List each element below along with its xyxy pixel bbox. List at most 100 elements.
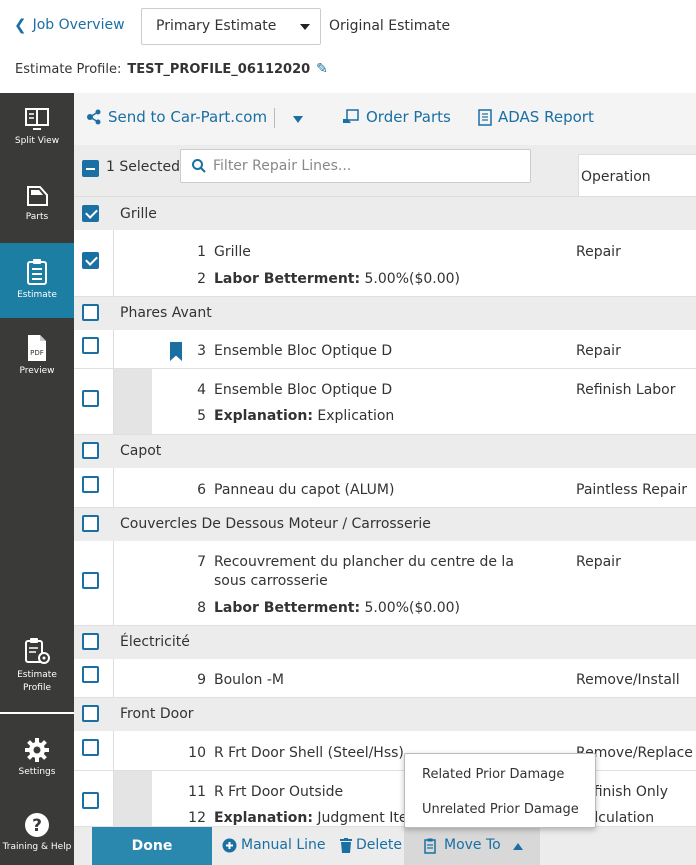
gear-icon bbox=[25, 738, 49, 762]
line-number: 9 bbox=[197, 672, 206, 688]
sidebar-item-label: Split View bbox=[14, 136, 60, 146]
report-icon bbox=[478, 108, 492, 126]
line-number: 12 bbox=[188, 810, 206, 826]
send-to-car-part-button[interactable]: Send to Car-Part.com bbox=[86, 108, 267, 126]
group-row-grille[interactable]: Grille bbox=[74, 197, 696, 230]
table-row[interactable]: 9 Boulon -M Remove/Install bbox=[74, 659, 696, 698]
table-row[interactable]: 6 Panneau du capot (ALUM) Paintless Repa… bbox=[74, 468, 696, 508]
pencil-edit-icon[interactable]: ✎ bbox=[316, 61, 328, 77]
sidebar-item-settings[interactable]: Settings bbox=[0, 736, 74, 786]
line-number: 11 bbox=[188, 784, 206, 800]
manual-line-button[interactable]: Manual Line bbox=[222, 837, 326, 853]
line-checkbox[interactable] bbox=[82, 337, 99, 354]
group-checkbox[interactable] bbox=[82, 304, 99, 321]
line-checkbox[interactable] bbox=[82, 390, 99, 407]
group-checkbox[interactable] bbox=[82, 515, 99, 532]
indent-shade bbox=[114, 369, 152, 434]
detail-label: Labor Betterment: bbox=[214, 271, 361, 287]
bottom-action-bar: Done Manual Line Delete Move To bbox=[74, 827, 696, 865]
clipboard-icon bbox=[424, 838, 436, 854]
detail-value: 5.00%($0.00) bbox=[360, 600, 461, 616]
sidebar-item-split-view[interactable]: Split View bbox=[0, 105, 74, 165]
sidebar-item-label: Estimate bbox=[17, 290, 57, 300]
help-icon: ? bbox=[25, 813, 49, 837]
line-number: 6 bbox=[197, 482, 206, 498]
group-row-couvercles[interactable]: Couvercles De Dessous Moteur / Carrosser… bbox=[74, 508, 696, 541]
pdf-icon: PDF bbox=[28, 335, 46, 361]
clipboard-icon bbox=[27, 259, 47, 285]
operation-column-header[interactable]: Operation bbox=[578, 154, 696, 196]
adas-report-button[interactable]: ADAS Report bbox=[478, 108, 594, 126]
group-checkbox[interactable] bbox=[82, 633, 99, 650]
clipboard-gear-icon bbox=[25, 638, 50, 664]
line-detail: Explanation: Explication bbox=[214, 407, 554, 426]
line-number: 5 bbox=[197, 408, 206, 424]
line-checkbox[interactable] bbox=[82, 252, 99, 269]
table-row[interactable]: 11 R Frt Door Outside 12 Explanation: Ju… bbox=[74, 771, 696, 827]
line-checkbox[interactable] bbox=[82, 739, 99, 756]
line-description: Grille bbox=[214, 244, 251, 260]
menu-item-unrelated-prior-damage[interactable]: Unrelated Prior Damage bbox=[422, 802, 579, 817]
group-row-front-door[interactable]: Front Door bbox=[74, 698, 696, 731]
menu-item-related-prior-damage[interactable]: Related Prior Damage bbox=[422, 767, 564, 782]
delete-button[interactable]: Delete bbox=[340, 837, 402, 853]
line-detail: Labor Betterment: 5.00%($0.00) bbox=[214, 270, 554, 289]
detail-label: Explanation: bbox=[214, 408, 313, 424]
group-row-electricite[interactable]: Électricité bbox=[74, 626, 696, 659]
line-checkbox[interactable] bbox=[82, 476, 99, 493]
move-to-label: Move To bbox=[444, 837, 501, 853]
job-overview-link[interactable]: ❮ Job Overview bbox=[14, 16, 125, 34]
line-number: 8 bbox=[197, 600, 206, 616]
table-row[interactable]: 4 Ensemble Bloc Optique D 5 Explanation:… bbox=[74, 369, 696, 435]
sidebar-item-estimate-profile[interactable]: Estimate Profile bbox=[0, 636, 74, 698]
group-row-capot[interactable]: Capot bbox=[74, 435, 696, 468]
sidebar-item-estimate[interactable]: Estimate bbox=[0, 243, 74, 318]
caret-down-icon bbox=[293, 116, 303, 123]
group-checkbox[interactable] bbox=[82, 442, 99, 459]
manual-line-label: Manual Line bbox=[241, 837, 326, 853]
order-parts-button[interactable]: Order Parts bbox=[342, 108, 451, 126]
line-number: 2 bbox=[197, 271, 206, 287]
estimate-profile-label: Estimate Profile: bbox=[15, 61, 122, 77]
group-name: Couvercles De Dessous Moteur / Carrosser… bbox=[120, 516, 431, 532]
done-button[interactable]: Done bbox=[92, 827, 212, 865]
table-row[interactable]: 1 Grille 2 Labor Betterment: 5.00%($0.00… bbox=[74, 230, 696, 297]
table-row[interactable]: 10 R Frt Door Shell (Steel/Hss) Remove/R… bbox=[74, 731, 696, 771]
estimate-select-value: Primary Estimate bbox=[156, 18, 277, 34]
line-operation: Repair bbox=[576, 554, 621, 570]
detail-value: 5.00%($0.00) bbox=[360, 271, 461, 287]
sidebar-item-training-help[interactable]: ? Training & Help bbox=[0, 811, 74, 861]
svg-text:?: ? bbox=[32, 816, 42, 836]
car-door-icon bbox=[27, 186, 48, 206]
sidebar-item-parts[interactable]: Parts bbox=[0, 181, 74, 241]
filter-input[interactable] bbox=[213, 158, 513, 174]
line-checkbox[interactable] bbox=[82, 572, 99, 589]
estimate-profile-value: TEST_PROFILE_06112020 bbox=[127, 61, 311, 77]
move-to-button[interactable]: Move To bbox=[404, 827, 540, 865]
detail-label: Labor Betterment: bbox=[214, 600, 361, 616]
line-description: Recouvrement du plancher du centre de la… bbox=[214, 554, 514, 589]
line-number: 4 bbox=[197, 382, 206, 398]
estimate-select[interactable]: Primary Estimate bbox=[141, 8, 321, 45]
indent-shade bbox=[114, 771, 152, 826]
send-options-dropdown[interactable] bbox=[286, 104, 310, 132]
toolbar-divider bbox=[274, 108, 275, 128]
table-row[interactable]: 7 Recouvrement du plancher du centre de … bbox=[74, 541, 696, 626]
sidebar-item-preview[interactable]: PDF Preview bbox=[0, 333, 74, 393]
table-row[interactable]: 3 Ensemble Bloc Optique D Repair bbox=[74, 330, 696, 369]
split-view-icon bbox=[25, 108, 49, 130]
line-checkbox[interactable] bbox=[82, 792, 99, 809]
group-row-phares-avant[interactable]: Phares Avant bbox=[74, 297, 696, 330]
select-all-checkbox[interactable] bbox=[82, 160, 99, 177]
delete-label: Delete bbox=[356, 837, 402, 853]
order-parts-icon bbox=[343, 109, 359, 123]
line-checkbox[interactable] bbox=[82, 666, 99, 683]
order-parts-label: Order Parts bbox=[366, 108, 451, 126]
line-number: 10 bbox=[188, 745, 206, 761]
pdf-badge: PDF bbox=[30, 349, 44, 357]
filter-field[interactable] bbox=[180, 149, 531, 183]
group-checkbox[interactable] bbox=[82, 205, 99, 222]
share-icon bbox=[87, 109, 101, 125]
line-description: Ensemble Bloc Optique D bbox=[214, 343, 393, 359]
group-checkbox[interactable] bbox=[82, 705, 99, 722]
